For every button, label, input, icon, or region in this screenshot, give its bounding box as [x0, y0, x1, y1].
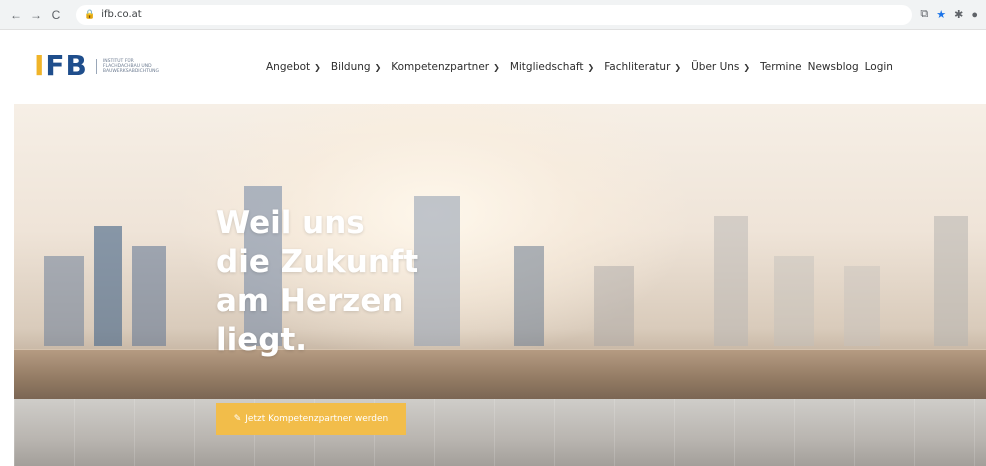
address-bar[interactable]: 🔒 ifb.co.at [76, 4, 913, 25]
nav-item-ueber-uns[interactable]: Über Uns ❯ [691, 61, 750, 73]
browser-toolbar: ← → C 🔒 ifb.co.at ⧉ ★ ✱ ● [0, 0, 986, 30]
skyline-building [714, 216, 748, 346]
nav-item-mitgliedschaft[interactable]: Mitgliedschaft ❯ [510, 61, 594, 73]
logo-mark-i: I [34, 49, 46, 82]
chevron-down-icon: ❯ [674, 62, 682, 72]
logo-subtitle-line: FLACHDACHBAU UND [102, 63, 152, 69]
back-button[interactable]: ← [8, 7, 24, 23]
lock-icon: 🔒 [84, 9, 96, 20]
logo-subtitle-line: BAUWERKSABDICHTUNG [102, 68, 160, 74]
chevron-down-icon: ❯ [587, 62, 595, 72]
rooftop-wall [14, 349, 986, 399]
nav-item-label: Angebot [266, 61, 311, 73]
floor-tiles [14, 399, 986, 466]
headline-line: die Zukunft [216, 244, 419, 280]
nav-item-login[interactable]: Login [865, 61, 893, 73]
hero-headline: Weil uns die Zukunft am Herzen liegt. [216, 204, 476, 360]
nav-item-label: Über Uns [691, 61, 740, 73]
nav-item-label: Bildung [330, 61, 371, 73]
extension-area: ⧉ ★ ✱ ● [920, 8, 978, 21]
nav-item-label: Kompetenzpartner [391, 61, 490, 73]
skyline-building [44, 256, 84, 346]
nav-item-newsblog[interactable]: Newsblog [808, 61, 859, 73]
headline-line: Weil uns [216, 205, 365, 241]
profile-icon[interactable]: ● [971, 9, 978, 21]
skyline-building [934, 216, 968, 346]
cta-label: Jetzt Kompetenzpartner werden [245, 414, 389, 424]
nav-item-label: Login [864, 61, 893, 73]
chevron-down-icon: ❯ [314, 62, 321, 72]
logo-subtitle: INSTITUT FÜR FLACHDACHBAU UND BAUWERKSAB… [95, 58, 160, 74]
become-partner-button[interactable]: ✎ Jetzt Kompetenzpartner werden [216, 403, 406, 435]
chevron-down-icon: ❯ [743, 62, 751, 72]
star-icon[interactable]: ★ [936, 8, 946, 21]
site-logo[interactable]: I FB INSTITUT FÜR FLACHDACHBAU UND BAUWE… [34, 52, 160, 80]
share-icon[interactable]: ⧉ [920, 8, 928, 21]
site-header: I FB INSTITUT FÜR FLACHDACHBAU UND BAUWE… [0, 30, 986, 104]
skyline-building [774, 256, 814, 346]
edit-icon: ✎ [233, 414, 242, 424]
nav-item-angebot[interactable]: Angebot ❯ [266, 61, 321, 73]
headline-line: am Herzen [216, 283, 404, 319]
nav-item-label: Mitgliedschaft [509, 61, 584, 73]
nav-item-termine[interactable]: Termine [760, 61, 801, 73]
skyline-building [594, 266, 634, 346]
nav-item-label: Fachliteratur [604, 61, 671, 73]
nav-item-label: Newsblog [807, 61, 859, 73]
reload-button[interactable]: C [48, 7, 64, 23]
logo-mark: I FB [34, 52, 88, 80]
nav-item-label: Termine [760, 61, 802, 73]
hero-section: Weil uns die Zukunft am Herzen liegt. ✎ … [14, 104, 986, 466]
main-navigation: Angebot ❯ Bildung ❯ Kompetenzpartner ❯ Mitg… [266, 61, 899, 73]
puzzle-icon[interactable]: ✱ [954, 8, 963, 21]
url-text: ifb.co.at [101, 9, 142, 20]
chevron-down-icon: ❯ [493, 62, 500, 72]
headline-line: liegt. [216, 322, 308, 358]
nav-item-bildung[interactable]: Bildung ❯ [331, 61, 381, 73]
forward-button[interactable]: → [28, 7, 44, 23]
skyline-building [132, 246, 166, 346]
chevron-down-icon: ❯ [374, 62, 382, 72]
skyline-building [94, 226, 122, 346]
skyline-building [514, 246, 544, 346]
nav-item-fachliteratur[interactable]: Fachliteratur ❯ [604, 61, 681, 73]
skyline-building [844, 266, 880, 346]
nav-item-kompetenzpartner[interactable]: Kompetenzpartner ❯ [391, 61, 500, 73]
logo-mark-fb: FB [45, 49, 88, 82]
